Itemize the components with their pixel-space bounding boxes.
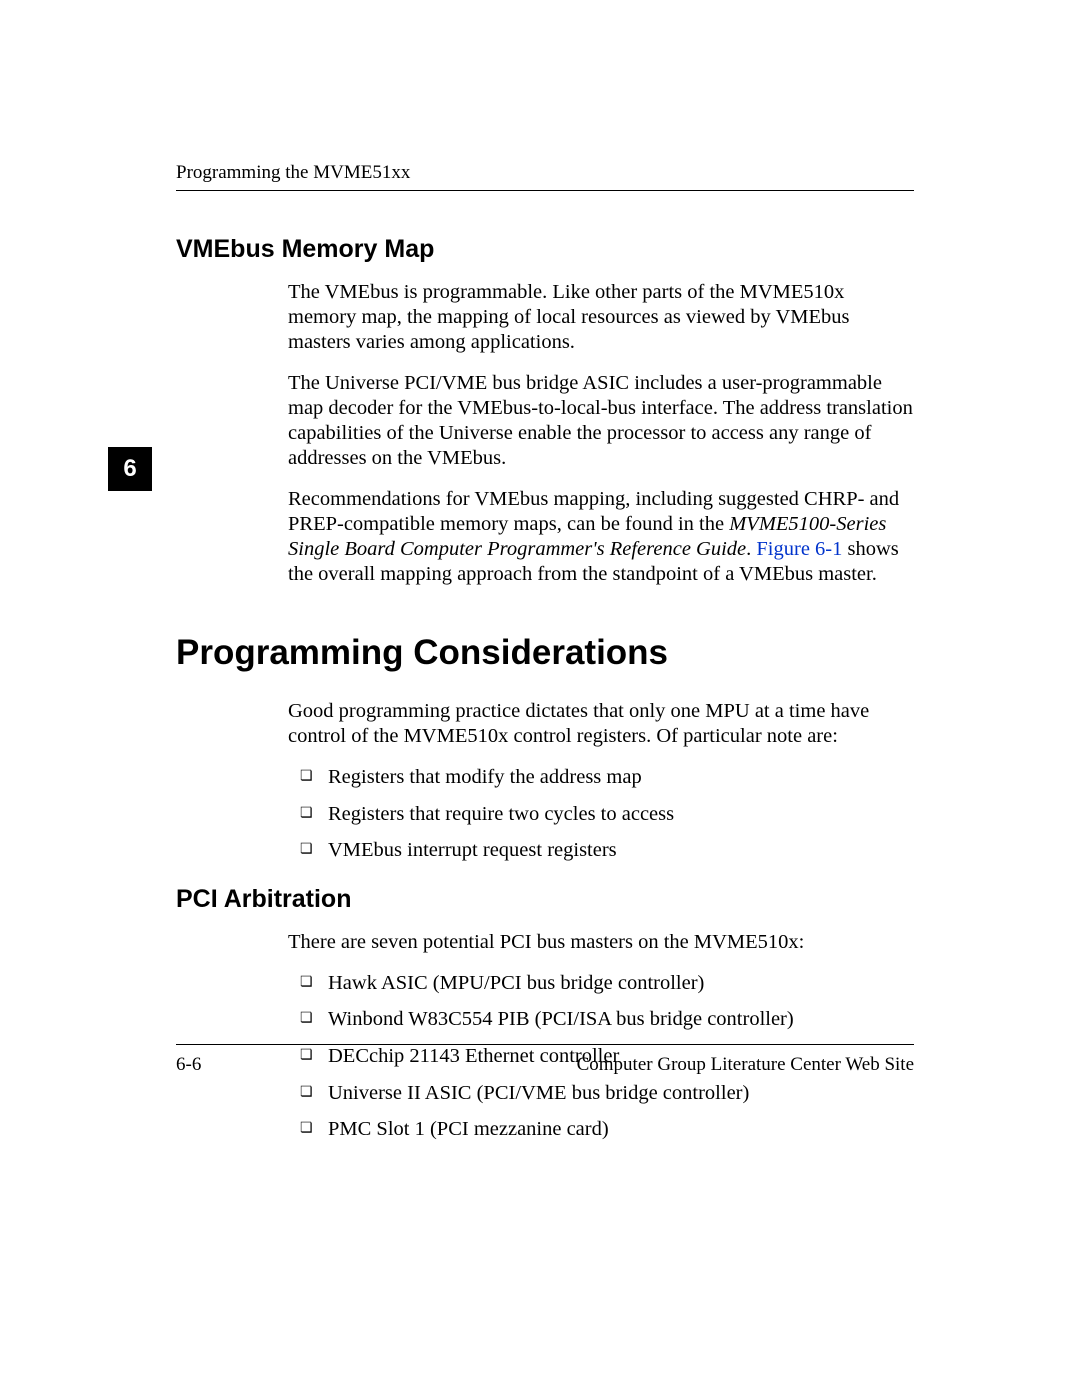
- list-item: PMC Slot 1 (PCI mezzanine card): [288, 1117, 914, 1142]
- page-content: Programming the MVME51xx VMEbus Memory M…: [176, 162, 914, 1164]
- heading-programming-considerations: Programming Considerations: [176, 633, 914, 673]
- heading-vmebus-memory-map: VMEbus Memory Map: [176, 235, 914, 264]
- body-text: Recommendations for VMEbus mapping, incl…: [288, 487, 914, 587]
- footer-site-text: Computer Group Literature Center Web Sit…: [176, 1054, 914, 1076]
- body-text: Good programming practice dictates that …: [288, 699, 914, 749]
- list-item: Winbond W83C554 PIB (PCI/ISA bus bridge …: [288, 1007, 914, 1032]
- bullet-list-registers: Registers that modify the address map Re…: [288, 765, 914, 863]
- list-item: Registers that modify the address map: [288, 765, 914, 790]
- figure-reference-link[interactable]: Figure 6-1: [756, 538, 842, 560]
- list-item: Hawk ASIC (MPU/PCI bus bridge controller…: [288, 971, 914, 996]
- list-item: VMEbus interrupt request registers: [288, 838, 914, 863]
- body-text: The VMEbus is programmable. Like other p…: [288, 280, 914, 355]
- heading-pci-arbitration: PCI Arbitration: [176, 885, 914, 914]
- chapter-number-tab: 6: [108, 447, 152, 491]
- body-text: The Universe PCI/VME bus bridge ASIC inc…: [288, 371, 914, 471]
- list-item: Universe II ASIC (PCI/VME bus bridge con…: [288, 1081, 914, 1106]
- body-text: There are seven potential PCI bus master…: [288, 930, 914, 955]
- running-header: Programming the MVME51xx: [176, 162, 914, 191]
- list-item: Registers that require two cycles to acc…: [288, 802, 914, 827]
- body-text-fragment: .: [746, 538, 756, 560]
- footer-rule: [176, 1044, 914, 1045]
